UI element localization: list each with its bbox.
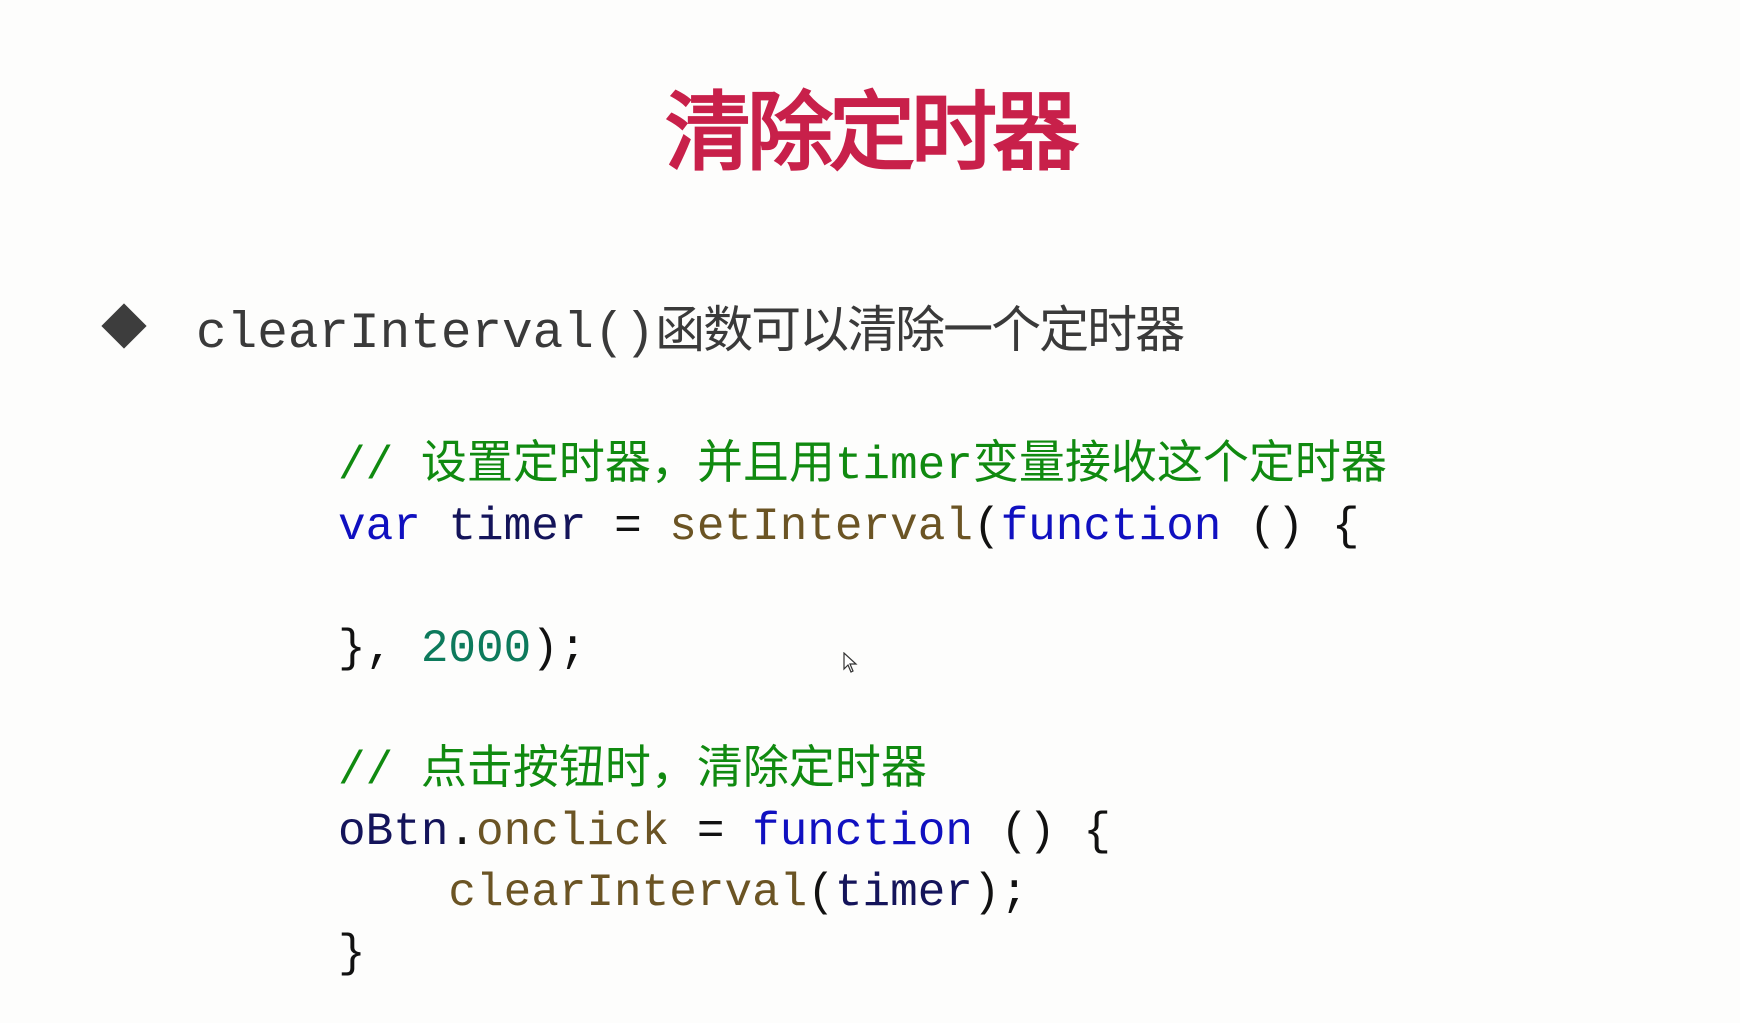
code-token-num: 2000 <box>420 623 532 675</box>
bullet-point: clearInterval()函数可以清除一个定时器 <box>100 296 1185 363</box>
code-token-keyword: function <box>1000 501 1222 553</box>
code-token-fn: clearInterval <box>448 867 808 919</box>
code-line: clearInterval(timer); <box>338 863 1387 924</box>
code-token-punct: ); <box>972 867 1029 919</box>
code-token-punct: = <box>669 806 753 858</box>
code-token-punct: . <box>448 806 477 858</box>
code-line: var timer = setInterval(function () { <box>338 497 1387 558</box>
code-token-ident: timer <box>448 501 587 553</box>
code-token-punct: ); <box>531 623 587 675</box>
code-line: // 设置定时器，并且用timer变量接收这个定时器 <box>338 436 1387 497</box>
slide-title: 清除定时器 <box>665 83 1079 183</box>
code-line: // 点击按钮时，清除定时器 <box>338 741 1387 802</box>
code-token-fn: onclick <box>476 806 670 858</box>
code-token-punct: }, <box>338 623 421 675</box>
code-token-punct: () { <box>972 806 1111 858</box>
code-token-keyword: function <box>752 806 973 858</box>
code-token-fn: setInterval <box>669 501 973 553</box>
bullet-text: clearInterval()函数可以清除一个定时器 <box>196 290 1185 363</box>
code-line: oBtn.onclick = function () { <box>338 802 1387 863</box>
code-token-keyword: var <box>338 501 421 553</box>
code-token-punct: ( <box>972 501 1001 553</box>
code-line: } <box>338 924 1387 985</box>
code-token-punct: () { <box>1221 501 1360 553</box>
code-line: }, 2000); <box>338 619 1387 680</box>
code-token-ident: oBtn <box>338 806 449 858</box>
code-token-punct: ( <box>807 867 835 919</box>
code-token-comment: // 点击按钮时，清除定时器 <box>338 745 927 797</box>
code-token-punct <box>421 501 449 553</box>
code-token-punct <box>338 867 448 919</box>
code-token-comment: // 设置定时器，并且用timer变量接收这个定时器 <box>338 440 1387 492</box>
bullet-code: clearInterval() <box>196 305 656 363</box>
code-token-ident: timer <box>834 867 973 919</box>
code-block: // 设置定时器，并且用timer变量接收这个定时器 var timer = se… <box>338 436 1387 985</box>
code-token-punct: } <box>338 928 366 980</box>
diamond-bullet-icon <box>101 303 147 349</box>
code-token-punct: = <box>586 501 670 553</box>
bullet-description: 函数可以清除一个定时器 <box>655 300 1185 359</box>
